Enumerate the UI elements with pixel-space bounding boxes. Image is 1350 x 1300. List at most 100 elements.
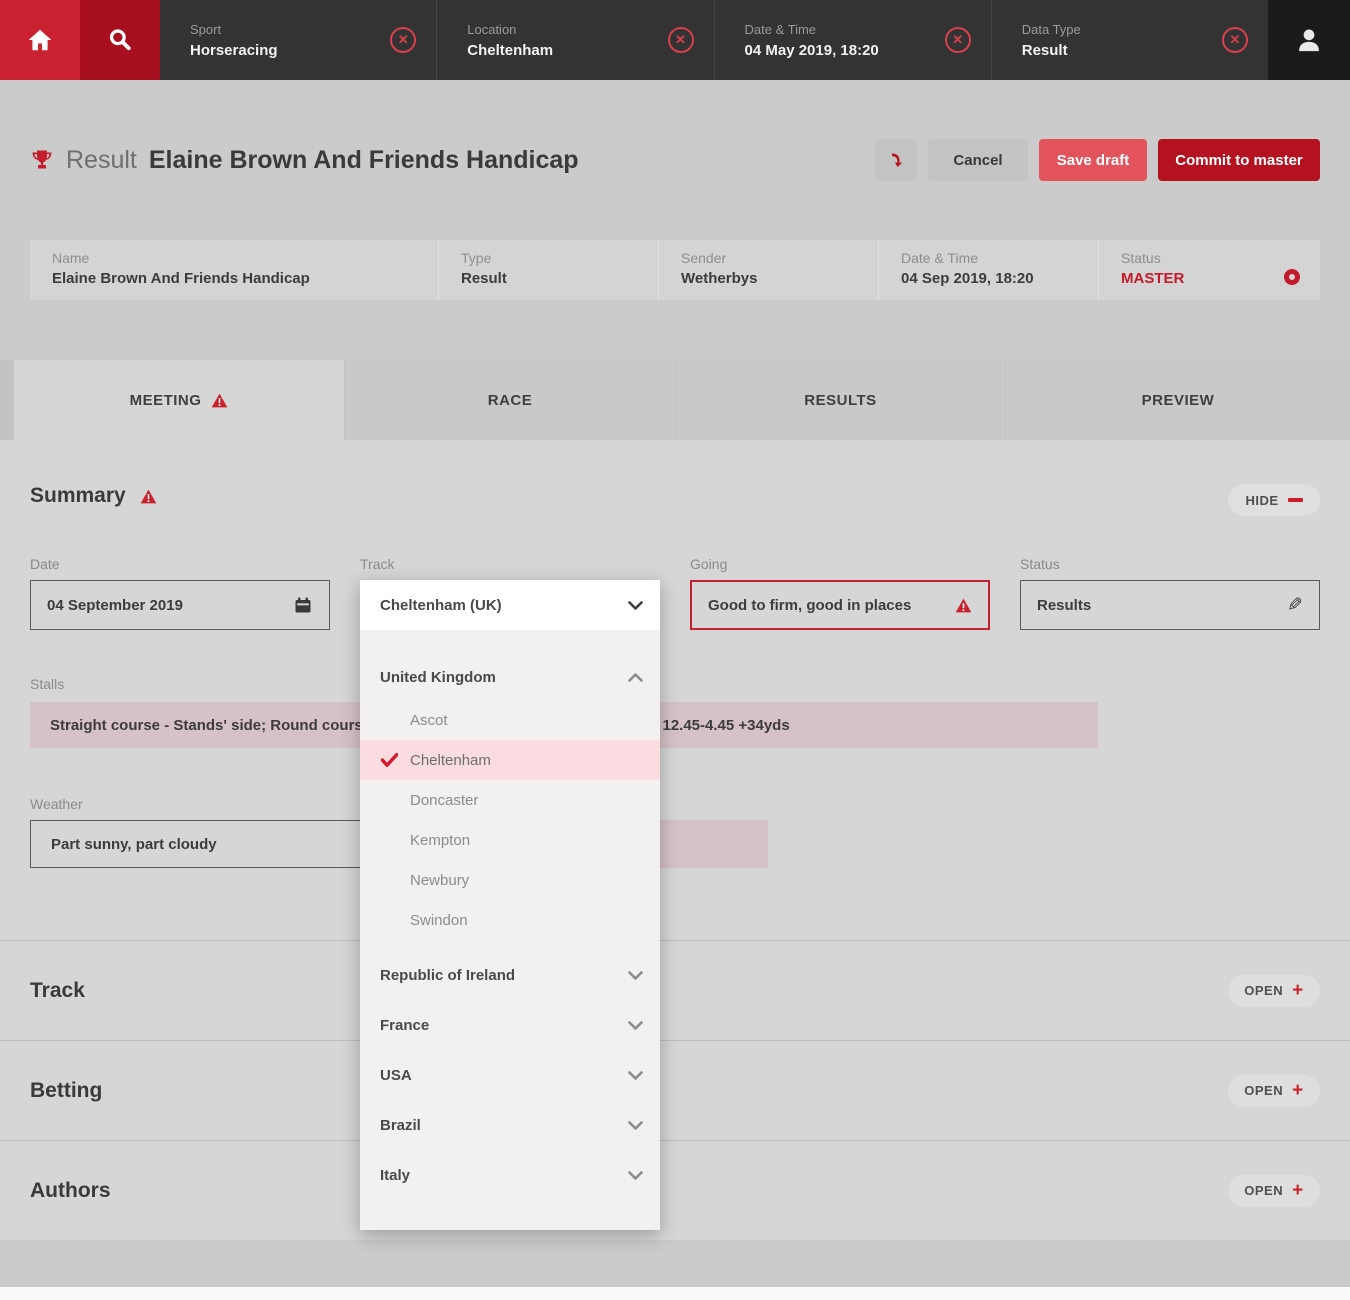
going-value: Good to firm, good in places	[708, 597, 911, 614]
plus-icon: +	[1292, 1081, 1304, 1100]
summary-header: Summary	[30, 484, 157, 508]
clear-filter-icon[interactable]: ✕	[390, 27, 416, 53]
user-menu-button[interactable]	[1268, 0, 1350, 80]
info-value: Result	[461, 270, 658, 287]
tab-race[interactable]: RACE	[345, 360, 675, 440]
warning-icon	[211, 393, 228, 408]
group-italy[interactable]: Italy	[360, 1150, 660, 1200]
clear-filter-icon[interactable]: ✕	[945, 27, 971, 53]
tab-label: RACE	[488, 392, 533, 409]
info-cell-sender: Sender Wetherbys	[658, 240, 878, 300]
chevron-down-icon	[628, 1021, 643, 1030]
chevron-up-icon	[628, 673, 643, 682]
date-field-label: Date	[30, 556, 60, 572]
section-authors: Authors OPEN +	[0, 1140, 1350, 1240]
open-label: OPEN	[1244, 983, 1283, 998]
section-betting: Betting OPEN +	[0, 1040, 1350, 1140]
filter-chip-location: Location Cheltenham ✕	[436, 0, 713, 80]
group-label: France	[380, 1017, 429, 1034]
track-selected-value: Cheltenham (UK)	[380, 597, 502, 614]
filter-text: Date & Time 04 May 2019, 18:20	[745, 22, 879, 59]
page-header: Result Elaine Brown And Friends Handicap…	[30, 135, 1320, 185]
flag-button[interactable]	[875, 139, 917, 181]
hide-summary-button[interactable]: HIDE	[1228, 484, 1320, 516]
status-value: Results	[1037, 597, 1091, 614]
option-label: Cheltenham	[410, 752, 491, 769]
option-ascot[interactable]: Ascot	[360, 700, 660, 740]
filter-label: Date & Time	[745, 22, 879, 37]
info-label: Type	[461, 250, 658, 266]
group-republic-of-ireland[interactable]: Republic of Ireland	[360, 950, 660, 1000]
home-icon	[27, 27, 53, 53]
open-authors-button[interactable]: OPEN +	[1228, 1175, 1320, 1207]
close-icon: ✕	[1230, 32, 1241, 48]
commit-to-master-button[interactable]: Commit to master	[1158, 139, 1320, 181]
section-title: Betting	[30, 1079, 102, 1103]
section-title: Authors	[30, 1179, 111, 1203]
save-draft-button[interactable]: Save draft	[1039, 139, 1147, 181]
home-button[interactable]	[0, 0, 80, 80]
tab-label: RESULTS	[804, 392, 876, 409]
calendar-icon	[293, 595, 313, 615]
summary-title: Summary	[30, 484, 126, 508]
group-usa[interactable]: USA	[360, 1050, 660, 1100]
open-betting-button[interactable]: OPEN +	[1228, 1075, 1320, 1107]
cancel-button[interactable]: Cancel	[928, 139, 1028, 181]
filter-text: Data Type Result	[1022, 22, 1081, 59]
option-label: Doncaster	[410, 792, 478, 809]
minus-icon	[1288, 498, 1303, 502]
option-label: Kempton	[410, 832, 470, 849]
tab-meeting[interactable]: MEETING	[14, 360, 344, 440]
option-swindon[interactable]: Swindon	[360, 900, 660, 940]
filter-label: Location	[467, 22, 553, 37]
section-track: Track OPEN +	[0, 940, 1350, 1040]
bottom-strip	[0, 1287, 1350, 1300]
search-button[interactable]	[80, 0, 160, 80]
master-status-icon	[1284, 269, 1300, 285]
info-cell-name: Name Elaine Brown And Friends Handicap	[30, 240, 438, 300]
check-icon	[381, 753, 398, 767]
section-title: Track	[30, 979, 85, 1003]
tab-preview[interactable]: PREVIEW	[1006, 360, 1350, 440]
warning-icon	[140, 489, 157, 504]
tab-results[interactable]: RESULTS	[676, 360, 1005, 440]
option-doncaster[interactable]: Doncaster	[360, 780, 660, 820]
open-track-button[interactable]: OPEN +	[1228, 975, 1320, 1007]
clear-filter-icon[interactable]: ✕	[1222, 27, 1248, 53]
user-icon	[1295, 26, 1323, 54]
going-field[interactable]: Good to firm, good in places	[690, 580, 990, 630]
group-label: USA	[380, 1067, 412, 1084]
info-value: Wetherbys	[681, 270, 878, 287]
trophy-icon	[30, 148, 54, 172]
chevron-down-icon	[628, 1121, 643, 1130]
weather-value: Part sunny, part cloudy	[51, 836, 217, 853]
weather-field-label: Weather	[30, 796, 83, 812]
close-icon: ✕	[675, 32, 686, 48]
group-label: United Kingdom	[380, 669, 496, 686]
group-united-kingdom[interactable]: United Kingdom	[360, 655, 660, 700]
group-brazil[interactable]: Brazil	[360, 1100, 660, 1150]
info-label: Sender	[681, 250, 878, 266]
filter-label: Data Type	[1022, 22, 1081, 37]
curved-arrow-icon	[888, 152, 904, 168]
option-newbury[interactable]: Newbury	[360, 860, 660, 900]
record-type-label: Result	[66, 146, 137, 175]
date-field[interactable]: 04 September 2019	[30, 580, 330, 630]
track-dropdown-toggle[interactable]: Cheltenham (UK)	[360, 580, 660, 630]
info-cell-type: Type Result	[438, 240, 658, 300]
option-label: Ascot	[410, 712, 448, 729]
chevron-down-icon	[628, 1071, 643, 1080]
option-cheltenham[interactable]: Cheltenham	[360, 740, 660, 780]
tab-bar: MEETING RACE RESULTS PREVIEW	[0, 360, 1350, 440]
stalls-field-label: Stalls	[30, 676, 64, 692]
status-field[interactable]: Results ✎	[1020, 580, 1320, 630]
option-label: Newbury	[410, 872, 469, 889]
option-kempton[interactable]: Kempton	[360, 820, 660, 860]
clear-filter-icon[interactable]: ✕	[668, 27, 694, 53]
close-icon: ✕	[952, 32, 963, 48]
group-france[interactable]: France	[360, 1000, 660, 1050]
chevron-down-icon	[628, 601, 643, 610]
edit-icon: ✎	[1287, 594, 1303, 617]
filter-value: 04 May 2019, 18:20	[745, 42, 879, 59]
info-label: Name	[52, 250, 438, 266]
